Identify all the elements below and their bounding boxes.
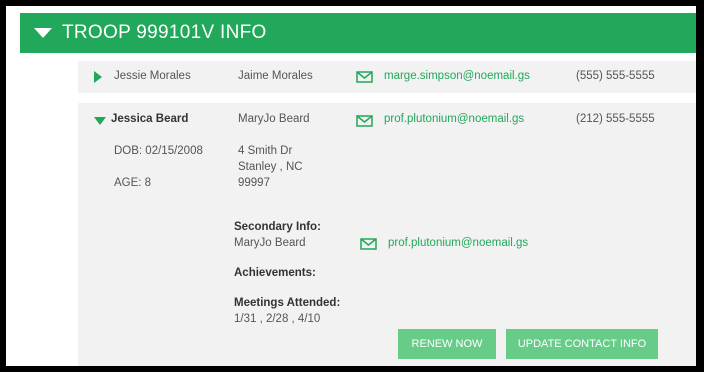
scout-name[interactable]: Jessica Beard <box>111 113 188 125</box>
collapse-triangle-icon[interactable] <box>34 28 52 38</box>
address-line2: Stanley , NC <box>238 161 303 173</box>
scout-list: Jessie Morales Jaime Morales marge.simps… <box>20 53 696 366</box>
guardian-name: MaryJo Beard <box>238 113 310 125</box>
envelope-icon <box>356 71 373 83</box>
achievements-heading: Achievements: <box>234 267 316 279</box>
phone-number: (212) 555-5555 <box>576 113 655 125</box>
envelope-icon <box>356 115 373 127</box>
collapse-triangle-icon[interactable] <box>94 117 106 125</box>
guardian-name: Jaime Morales <box>238 70 313 82</box>
address-zip: 99997 <box>238 177 270 189</box>
expand-triangle-icon[interactable] <box>94 71 102 83</box>
age-label: AGE: 8 <box>114 177 152 189</box>
scout-name: Jessie Morales <box>114 70 191 82</box>
scout-row-collapsed[interactable]: Jessie Morales Jaime Morales marge.simps… <box>78 61 696 93</box>
meetings-dates: 1/31 , 2/28 , 4/10 <box>234 313 321 325</box>
secondary-email-link[interactable]: prof.plutonium@noemail.gs <box>388 237 528 249</box>
section-title: TROOP 999101V INFO <box>62 22 267 43</box>
phone-number: (555) 555-5555 <box>576 70 655 82</box>
window-frame: TROOP 999101V INFO Jessie Morales Jaime … <box>6 6 696 366</box>
renew-now-button[interactable]: RENEW NOW <box>398 329 496 359</box>
email-link[interactable]: prof.plutonium@noemail.gs <box>384 113 524 125</box>
secondary-info-heading: Secondary Info: <box>234 221 321 233</box>
secondary-name: MaryJo Beard <box>234 237 306 249</box>
email-link[interactable]: marge.simpson@noemail.gs <box>384 70 530 82</box>
scout-row-expanded: Jessica Beard MaryJo Beard prof.plutoniu… <box>78 103 696 366</box>
troop-section-header[interactable]: TROOP 999101V INFO <box>20 13 696 53</box>
address-line1: 4 Smith Dr <box>238 145 293 157</box>
meetings-heading: Meetings Attended: <box>234 297 341 309</box>
dob-label: DOB: 02/15/2008 <box>114 145 203 157</box>
envelope-icon <box>360 238 377 250</box>
update-contact-info-button[interactable]: UPDATE CONTACT INFO <box>506 329 658 359</box>
